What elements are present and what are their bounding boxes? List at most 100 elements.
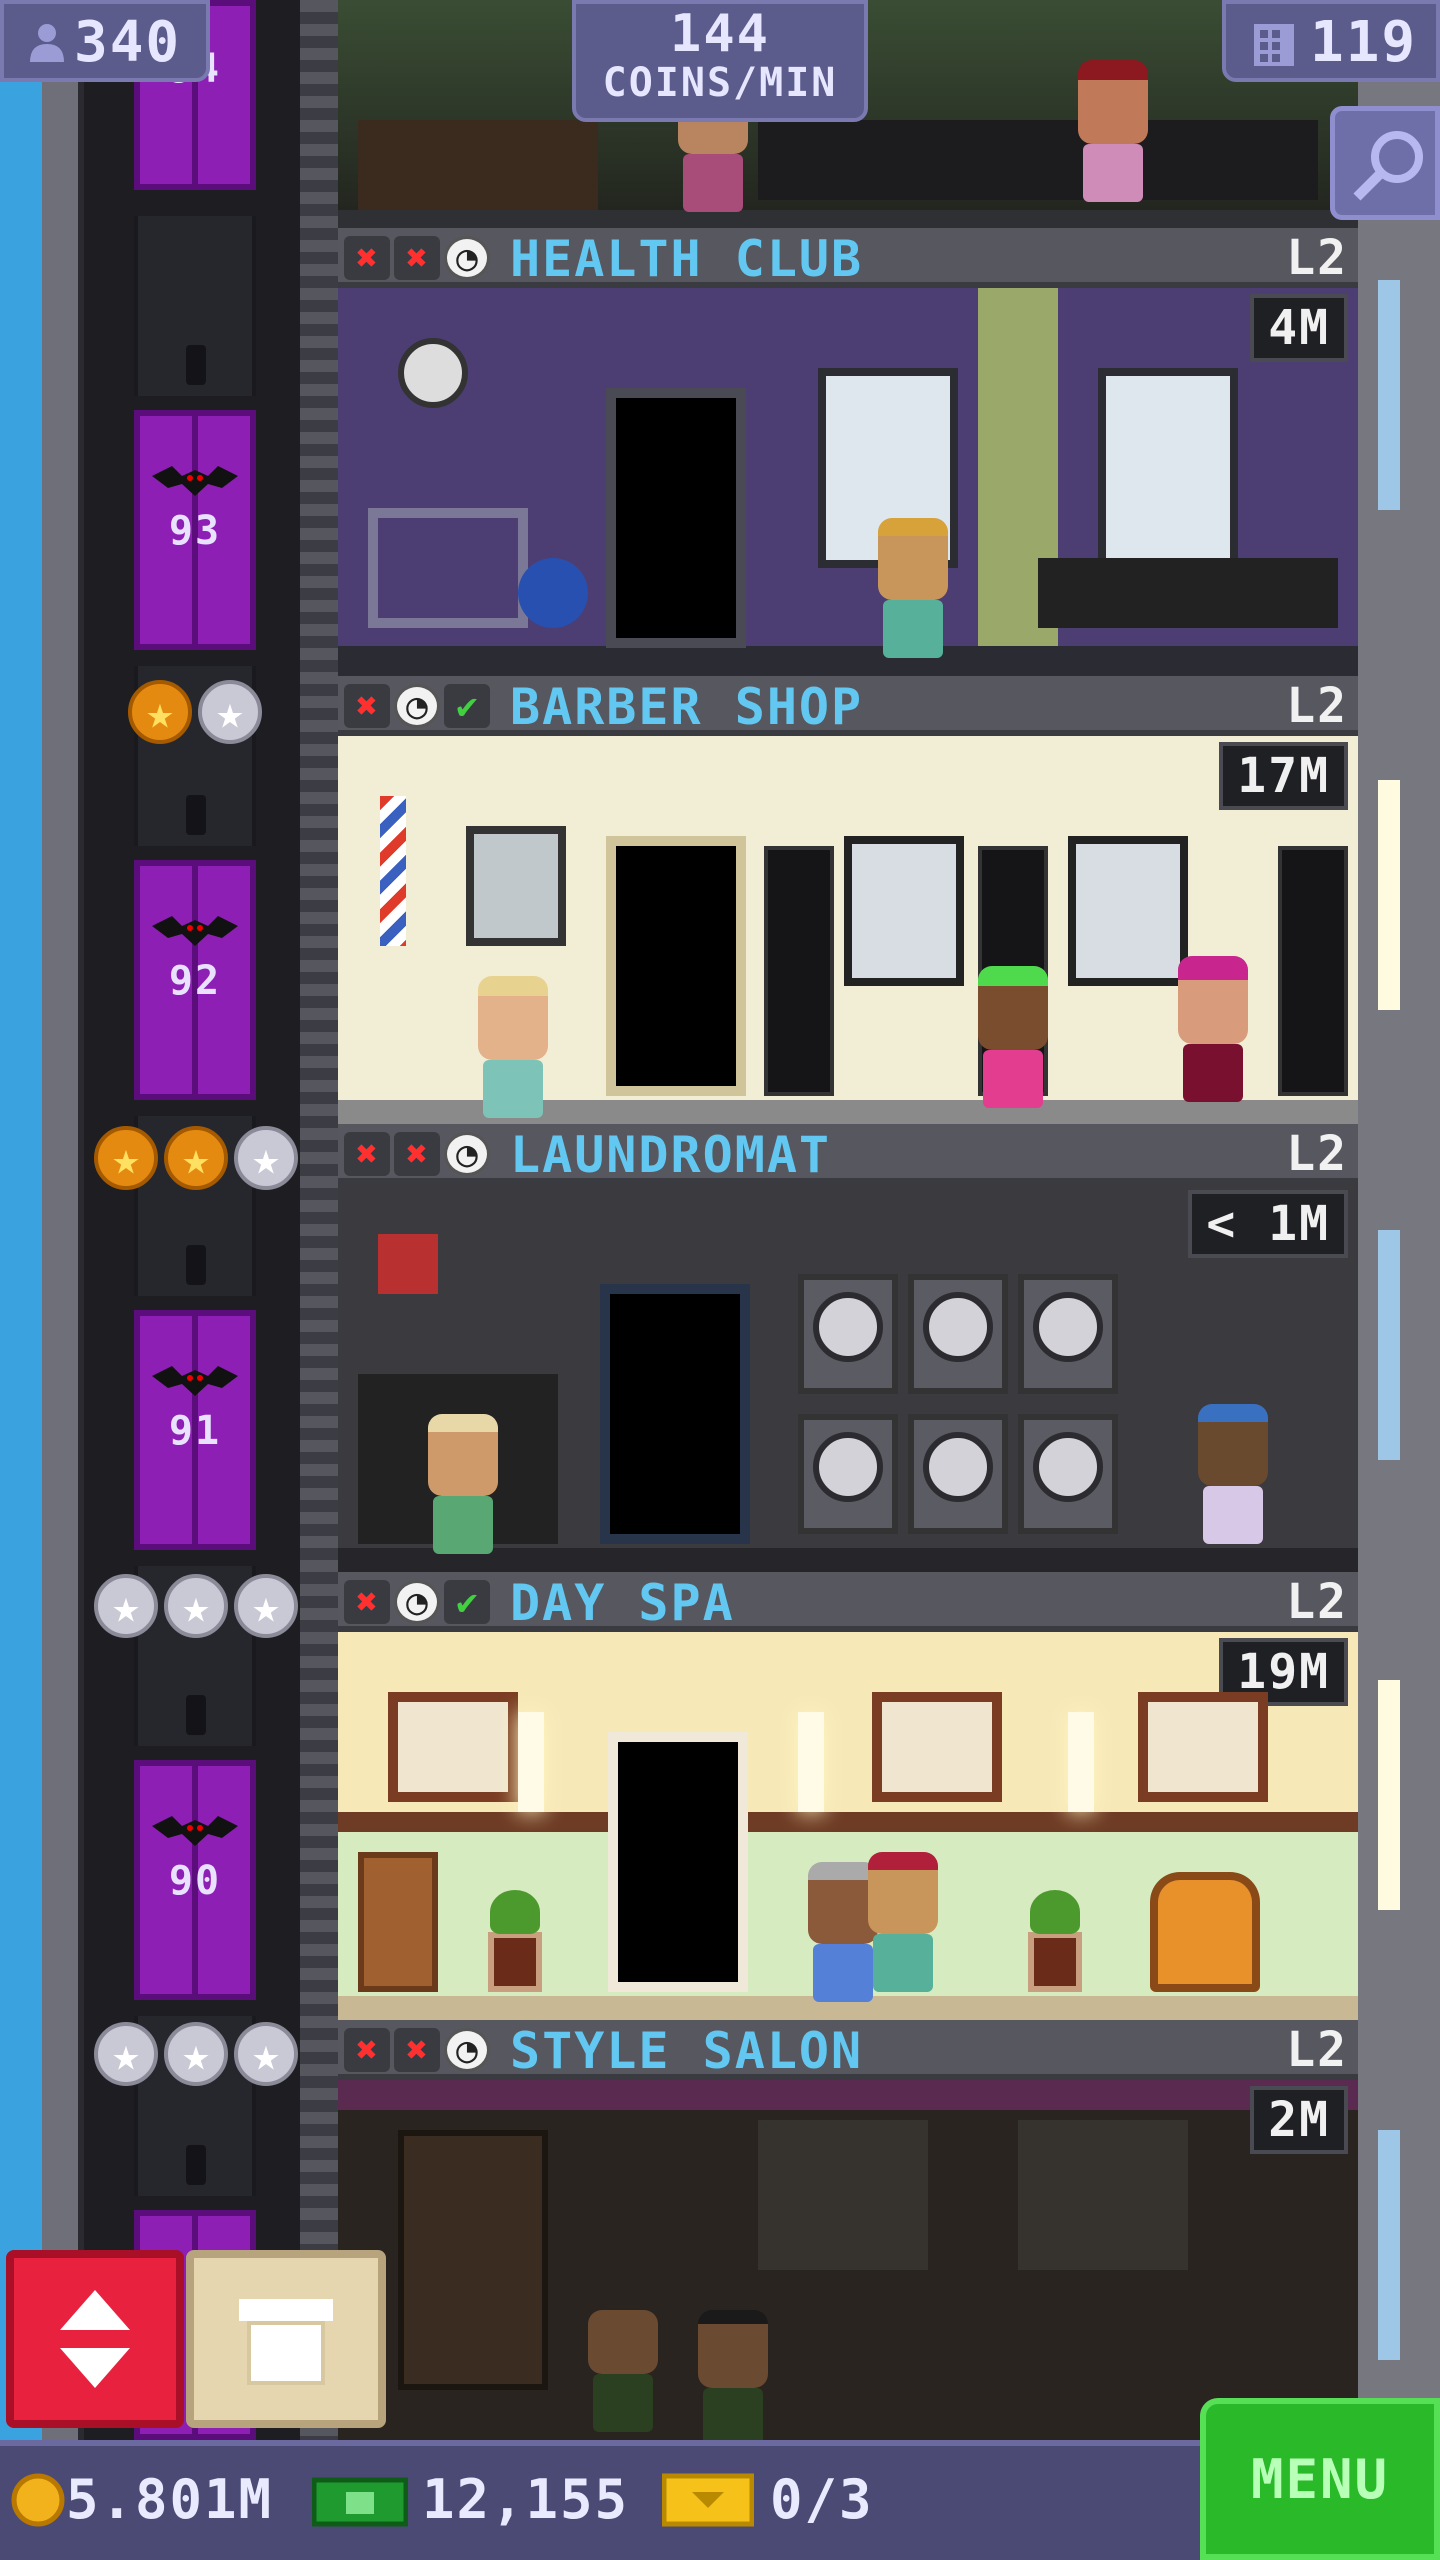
room-door[interactable] bbox=[606, 836, 746, 1096]
floor-level: L2 bbox=[1286, 678, 1348, 734]
window-light bbox=[1378, 1680, 1400, 1910]
clock-icon: ◔ bbox=[444, 1132, 490, 1176]
elevator-call-button[interactable] bbox=[186, 2145, 206, 2185]
room-door[interactable] bbox=[606, 388, 746, 648]
elevator-car[interactable]: 91 bbox=[134, 1310, 256, 1550]
elevator-car[interactable]: 90 bbox=[134, 1760, 256, 2000]
restock-timer: 4M bbox=[1250, 294, 1348, 362]
tickets-display[interactable]: 0/3 bbox=[662, 2468, 874, 2531]
window-light bbox=[1378, 780, 1400, 1010]
room-interior[interactable]: 2M bbox=[338, 2080, 1358, 2440]
tenant[interactable] bbox=[1198, 1404, 1268, 1544]
elevator-car[interactable]: 93 bbox=[134, 410, 256, 650]
x-icon: ✖ bbox=[344, 236, 390, 280]
floor-rating-stars: ★ ★ ★ bbox=[94, 1126, 298, 1190]
elevator-call-button[interactable] bbox=[186, 795, 206, 835]
washing-machine bbox=[908, 1414, 1008, 1534]
room-interior[interactable]: 17M bbox=[338, 736, 1358, 1124]
banknote-icon bbox=[312, 2477, 408, 2526]
tenant[interactable] bbox=[698, 2310, 768, 2440]
box-icon bbox=[239, 2299, 333, 2385]
x-icon: ✖ bbox=[344, 2028, 390, 2072]
silver-star-icon: ★ bbox=[234, 2022, 298, 2086]
check-icon: ✔ bbox=[444, 684, 490, 728]
product-shelf bbox=[764, 846, 834, 1096]
mirror bbox=[758, 2120, 928, 2270]
floor-barber-shop[interactable]: ✖ ◔ ✔ BARBER SHOP L2 17M bbox=[338, 676, 1358, 1124]
window bbox=[1098, 368, 1238, 568]
shaft-rail bbox=[300, 0, 338, 2440]
tenant[interactable] bbox=[1178, 956, 1248, 1102]
tenant[interactable] bbox=[1078, 60, 1148, 202]
tenant[interactable] bbox=[978, 966, 1048, 1108]
floor-level: L2 bbox=[1286, 1126, 1348, 1182]
floor-header[interactable]: ✖ ✖ ◔ STYLE SALON L2 bbox=[338, 2020, 1358, 2080]
room-door[interactable] bbox=[608, 1732, 748, 1992]
restock-timer: 2M bbox=[1250, 2086, 1348, 2154]
coins-display[interactable]: 5.801M bbox=[10, 2468, 273, 2531]
floor-rating-stars: ★ ★ ★ bbox=[94, 1574, 298, 1638]
coin-icon bbox=[11, 2473, 65, 2526]
weight-rack bbox=[368, 508, 528, 628]
tenant[interactable] bbox=[588, 2310, 658, 2432]
lamp bbox=[798, 1712, 824, 1812]
room-door[interactable] bbox=[600, 1284, 750, 1544]
up-down-arrows-icon bbox=[60, 2290, 130, 2388]
bat-icon bbox=[152, 1816, 238, 1846]
floor-header[interactable]: ✖ ◔ ✔ DAY SPA L2 bbox=[338, 1572, 1358, 1632]
room-interior[interactable]: < 1M bbox=[338, 1184, 1358, 1572]
elevator-call-button[interactable] bbox=[186, 1245, 206, 1285]
washing-machine bbox=[1018, 1274, 1118, 1394]
mirror bbox=[1068, 836, 1188, 986]
restock-timer: 17M bbox=[1219, 742, 1348, 810]
x-icon: ✖ bbox=[394, 2028, 440, 2072]
check-icon: ✔ bbox=[444, 1580, 490, 1624]
floor-name: DAY SPA bbox=[510, 1574, 735, 1632]
floor-header[interactable]: ✖ ◔ ✔ BARBER SHOP L2 bbox=[338, 676, 1358, 736]
tenant[interactable] bbox=[878, 518, 948, 658]
build-button[interactable] bbox=[186, 2250, 386, 2428]
picture-frame bbox=[388, 1692, 518, 1802]
population-counter[interactable]: 340 bbox=[0, 0, 210, 82]
gold-star-icon: ★ bbox=[128, 680, 192, 744]
product-shelf bbox=[1278, 846, 1348, 1096]
floor-header[interactable]: ✖ ✖ ◔ LAUNDROMAT L2 bbox=[338, 1124, 1358, 1184]
elevator-button[interactable] bbox=[6, 2250, 184, 2428]
bat-icon bbox=[152, 1366, 238, 1396]
tenant[interactable] bbox=[478, 976, 548, 1118]
bat-icon bbox=[152, 466, 238, 496]
floor-level: L2 bbox=[1286, 230, 1348, 286]
tenant[interactable] bbox=[868, 1852, 938, 1992]
room-interior[interactable]: 19M bbox=[338, 1632, 1358, 2020]
floor-level: L2 bbox=[1286, 2022, 1348, 2078]
floor-style-salon[interactable]: ✖ ✖ ◔ STYLE SALON L2 2M bbox=[338, 2020, 1358, 2440]
floor-laundromat[interactable]: ✖ ✖ ◔ LAUNDROMAT L2 < 1M bbox=[338, 1124, 1358, 1572]
floor-status-icons: ✖ ◔ ✔ bbox=[344, 1580, 490, 1624]
plant bbox=[490, 1890, 540, 1934]
coins-per-min-label: COINS/MIN bbox=[602, 60, 838, 106]
bux-display[interactable]: 12,155 bbox=[312, 2468, 629, 2531]
clock-icon: ◔ bbox=[394, 1580, 440, 1624]
elevator-call-button[interactable] bbox=[186, 1695, 206, 1735]
person-icon bbox=[30, 24, 64, 62]
room-interior[interactable]: 4M bbox=[338, 288, 1358, 676]
floor-day-spa[interactable]: ✖ ◔ ✔ DAY SPA L2 19M bbox=[338, 1572, 1358, 2020]
floor-counter[interactable]: 119 bbox=[1222, 0, 1440, 82]
search-button[interactable] bbox=[1330, 106, 1440, 220]
floor-health-club[interactable]: ✖ ✖ ◔ HEALTH CLUB L2 4M bbox=[338, 228, 1358, 676]
floor-status-icons: ✖ ✖ ◔ bbox=[344, 2028, 490, 2072]
elevator-call-button[interactable] bbox=[186, 345, 206, 385]
floor-rating-stars: ★ ★ ★ bbox=[94, 2022, 298, 2086]
menu-button[interactable]: MENU bbox=[1200, 2398, 1440, 2560]
tenant[interactable] bbox=[428, 1414, 498, 1554]
plant-pot bbox=[488, 1932, 542, 1992]
floor-header[interactable]: ✖ ✖ ◔ HEALTH CLUB L2 bbox=[338, 228, 1358, 288]
silver-star-icon: ★ bbox=[234, 1126, 298, 1190]
floors-value: 119 bbox=[1310, 10, 1418, 75]
elevator-floor-number: 92 bbox=[168, 958, 222, 1004]
elevator-car[interactable]: 92 bbox=[134, 860, 256, 1100]
building-icon bbox=[1254, 24, 1294, 66]
floor-name: HEALTH CLUB bbox=[510, 230, 864, 288]
x-icon: ✖ bbox=[394, 1132, 440, 1176]
poster bbox=[466, 826, 566, 946]
